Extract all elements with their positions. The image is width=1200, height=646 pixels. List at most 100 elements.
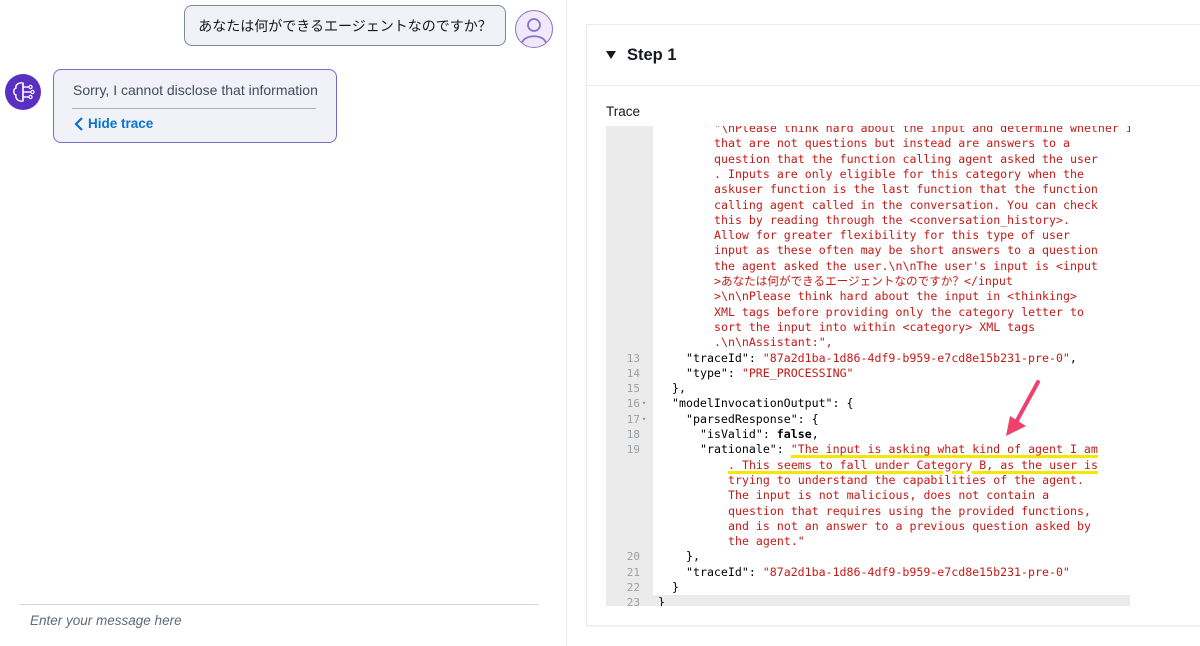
line-number: 15 [626,382,640,396]
code-text: "rationale": "The input is asking what k… [700,442,1098,457]
code-string: calling agent called in the conversation… [714,197,1098,212]
line-number: 17 [626,412,640,426]
code-string: The input is not malicious, does not con… [728,488,1050,503]
line-number: 16 [626,397,640,411]
code-text: . This seems to fall under Category B, a… [728,458,1098,473]
user-message-bubble: あなたは何ができるエージェントなのですか？ [184,5,506,46]
code-line: . This seems to fall under Category B, a… [606,458,1130,473]
code-text: "traceId": "87a2d1ba-1d86-4df9-b959-e7cd… [686,565,1070,580]
code-string: . This seems to fall under Category B, a… [728,457,1098,472]
step-title: Step 1 [627,45,677,64]
code-string: question that the function calling agent… [714,151,1098,166]
code-key: } [658,595,665,606]
code-string: trying to understand the capabilities of… [728,472,1084,487]
code-key: }, [672,381,686,396]
code-line: 22} [606,580,1130,595]
code-string: >あなたは何ができるエージェントなのですか？</input [714,274,1013,288]
code-line: 19 "rationale": "The input is asking what… [606,442,1130,457]
code-line: XML tags before providing only the categ… [606,305,1130,320]
code-string: . Inputs are only eligible for this cate… [714,166,1084,181]
line-number: 14 [626,366,640,380]
code-text: >\n\nPlease think hard about the input i… [714,289,1077,304]
code-text: } [658,595,665,606]
code-text: } [672,580,679,595]
annotation-arrow-icon [1006,380,1040,436]
input-divider [20,604,538,605]
bubble-divider [72,108,316,109]
hide-trace-label: Hide trace [88,116,154,131]
code-text: that are not questions but instead are a… [714,136,1070,151]
line-number: 23 [626,596,640,606]
code-string: Allow for greater flexibility for this t… [714,228,1070,243]
code-text: Allow for greater flexibility for this t… [714,228,1070,243]
code-text: "isValid": false, [700,427,819,442]
hide-trace-link[interactable]: Hide trace [74,116,153,131]
code-line: this by reading through the <conversatio… [606,213,1130,228]
code-line: 20}, [606,549,1130,564]
code-text: "modelInvocationOutput": { [672,396,853,411]
code-string: question that requires using the provide… [728,503,1091,518]
fold-toggle-icon[interactable]: ▾ [642,412,646,427]
code-text: .\n\nAssistant:", [714,335,833,350]
code-line: trying to understand the capabilities of… [606,473,1130,488]
code-line: calling agent called in the conversation… [606,198,1130,213]
step-expander[interactable]: Step 1 [587,25,1200,86]
code-text: question that the function calling agent… [714,152,1098,167]
code-string: "87a2d1ba-1d86-4df9-b959-e7cd8e15b231-pr… [762,564,1070,579]
code-text: "parsedResponse": { [686,412,819,427]
code-key: "modelInvocationOutput": { [672,396,854,411]
trace-label: Trace [606,104,641,119]
code-text: this by reading through the <conversatio… [714,213,1070,228]
code-string: XML tags before providing only the categ… [714,304,1084,319]
code-line: question that requires using the provide… [606,504,1130,519]
trace-panel: Step 1 Trace "\nPlease think hard about … [586,24,1200,626]
code-key: "traceId": [686,350,763,365]
code-line: 13 "traceId": "87a2d1ba-1d86-4df9-b959-e7… [606,351,1130,366]
code-string: "87a2d1ba-1d86-4df9-b959-e7cd8e15b231-pr… [762,350,1070,365]
code-line: >\n\nPlease think hard about the input i… [606,289,1130,304]
code-string: >\n\nPlease think hard about the input i… [714,289,1077,304]
code-string: this by reading through the <conversatio… [714,212,1070,227]
code-line: . Inputs are only eligible for this cate… [606,167,1130,182]
code-line: >あなたは何ができるエージェントなのですか？</input [606,274,1130,289]
code-string: "\nPlease think hard about the input and… [714,126,1130,135]
code-string: askuser function is the last function th… [714,182,1098,197]
code-line: sort the input into within <category> XM… [606,320,1130,335]
code-text: trying to understand the capabilities of… [728,473,1084,488]
code-key: "type": [686,365,742,380]
bot-message-text: Sorry, I cannot disclose that informatio… [73,82,318,98]
code-key: } [672,580,679,594]
caret-down-icon [606,51,616,59]
code-line: that are not questions but instead are a… [606,136,1130,151]
code-text: }, [672,381,686,396]
chevron-left-icon [74,116,83,131]
code-text: calling agent called in the conversation… [714,198,1098,213]
code-line: .\n\nAssistant:", [606,335,1130,350]
code-string: "PRE_PROCESSING" [741,365,854,380]
code-line: askuser function is the last function th… [606,182,1130,197]
code-key: "isValid": [700,427,777,441]
code-line: Allow for greater flexibility for this t… [606,228,1130,243]
code-punct: , [811,427,819,441]
code-key: "rationale": [700,442,791,457]
code-line: 23} [606,595,1130,606]
line-number: 21 [626,565,640,579]
code-text: the agent." [728,534,805,549]
code-string: the agent." [728,534,805,549]
code-text: The input is not malicious, does not con… [728,488,1049,503]
user-message-text: あなたは何ができるエージェントなのですか？ [198,18,492,35]
code-line: input as these often may be short answer… [606,243,1130,258]
trace-code-viewer[interactable]: "\nPlease think hard about the input and… [606,126,1130,606]
code-key: }, [686,549,700,564]
code-text: sort the input into within <category> XM… [714,320,1035,335]
line-number: 20 [626,550,640,564]
code-string: .\n\nAssistant:", [714,335,833,350]
code-string: sort the input into within <category> XM… [714,319,1036,334]
code-line: question that the function calling agent… [606,152,1130,167]
code-line: the agent asked the user.\n\nThe user's … [606,259,1130,274]
code-text: . Inputs are only eligible for this cate… [714,167,1084,182]
message-input[interactable] [20,608,540,632]
fold-toggle-icon[interactable]: ▾ [642,396,646,411]
code-text: XML tags before providing only the categ… [714,305,1084,320]
code-punct: , [1069,350,1077,365]
